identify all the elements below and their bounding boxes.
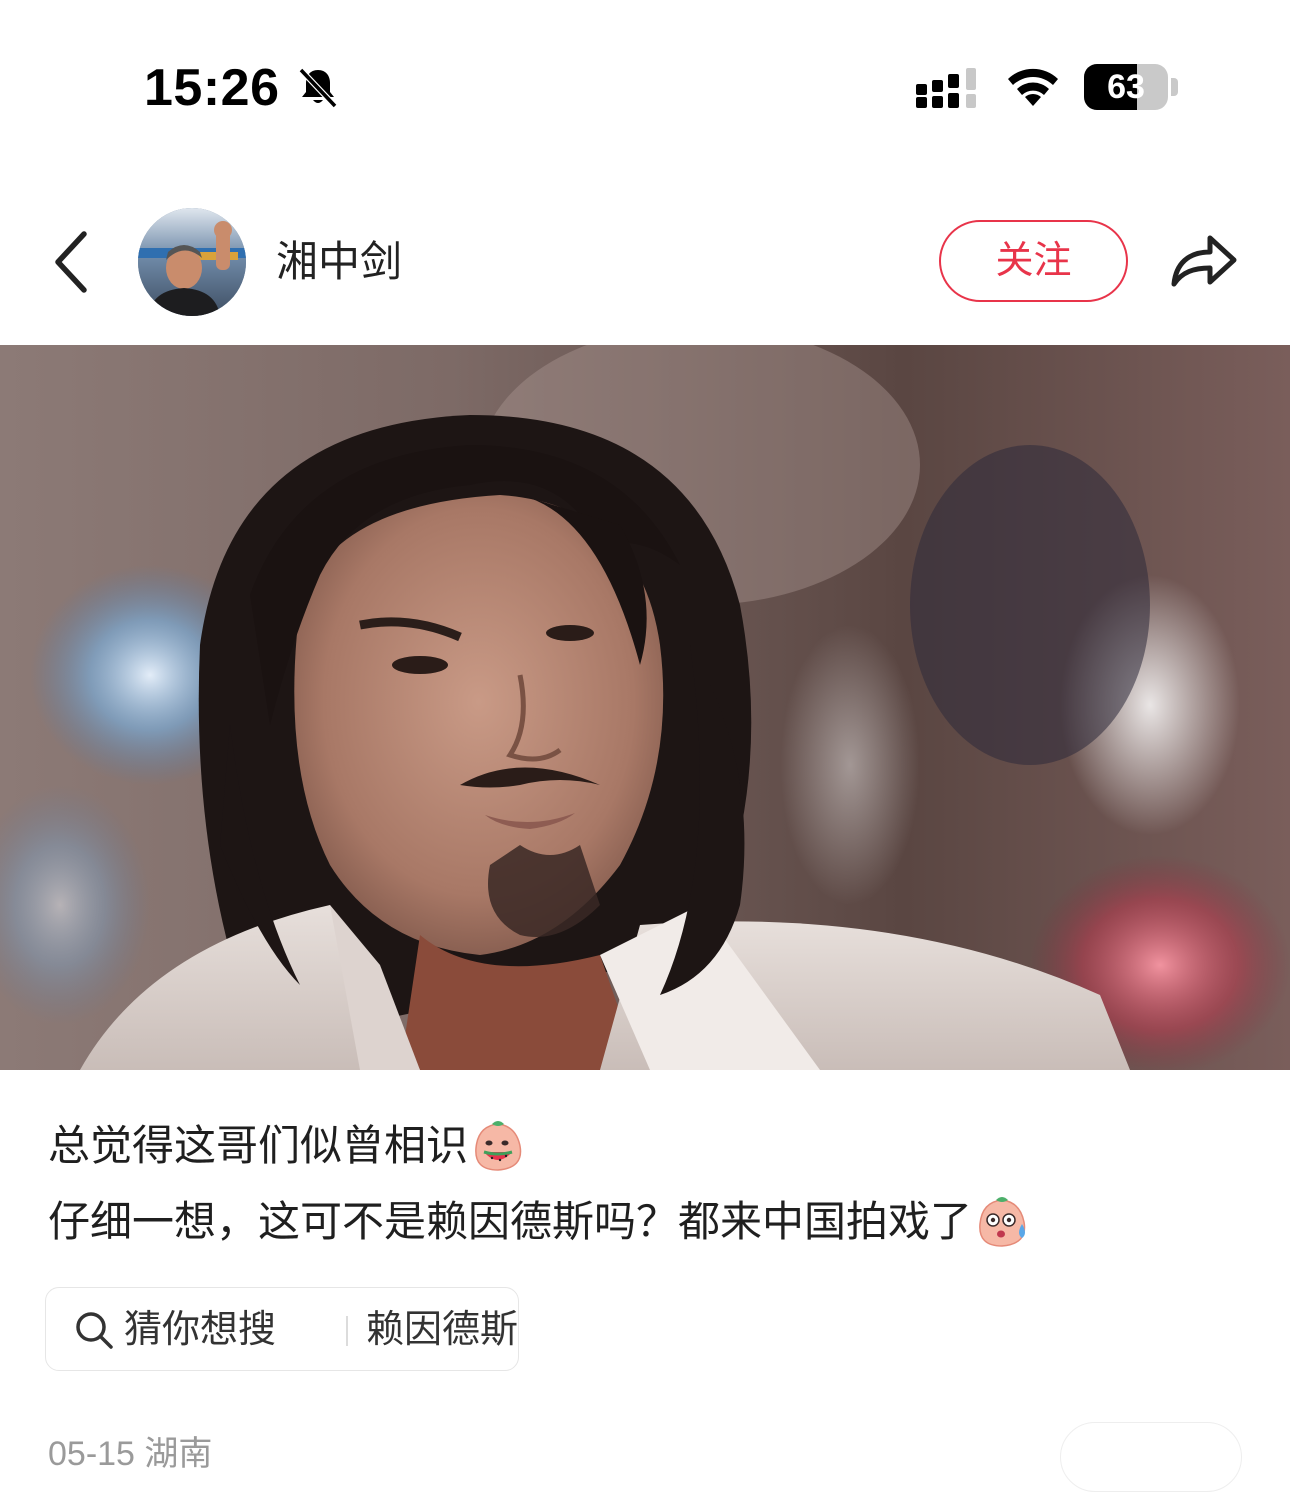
post-date-location: 05-15 湖南 [48,1435,213,1473]
post-header: 湘中剑 关注 [0,196,1290,328]
bell-muted-icon [298,67,338,109]
search-divider [346,1316,348,1346]
status-time: 15:26 [144,59,280,117]
avatar-photo [138,208,246,316]
caption-line-2: 仔细一想，这可不是赖因德斯吗？都来中国拍戏了 [48,1184,1248,1260]
avatar[interactable] [138,208,246,316]
status-bar: 15:26 63 [0,0,1290,150]
caption-text-1: 总觉得这哥们似曾相识 [48,1121,469,1170]
follow-button[interactable]: 关注 [939,220,1128,302]
search-icon [76,1312,113,1349]
sweating-surprised-emoji-icon [979,1197,1026,1247]
back-chevron-icon[interactable] [44,228,104,296]
cellular-signal-icon [916,68,976,108]
share-icon[interactable] [1166,224,1240,294]
post-caption: 总觉得这哥们似曾相识 仔细一想，这可不是赖因德斯吗？都来中国拍戏了 [48,1108,1248,1260]
battery-percentage: 63 [1107,68,1145,106]
search-suggestion-prefix: 猜你想搜 [124,1307,277,1351]
post-photo[interactable] [0,345,1290,1070]
username[interactable]: 湘中剑 [276,236,402,288]
caption-line-1: 总觉得这哥们似曾相识 [48,1108,1248,1184]
comment-input-pill[interactable] [1060,1422,1242,1492]
search-suggestion-chip[interactable]: 猜你想搜 赖因德斯 [45,1287,519,1371]
watermelon-eating-emoji-icon [475,1121,522,1171]
wifi-icon [1008,68,1058,106]
search-suggestion-term: 赖因德斯 [366,1307,519,1351]
post-image [0,345,1290,1070]
battery-icon: 63 [1084,64,1178,110]
caption-text-2: 仔细一想，这可不是赖因德斯吗？都来中国拍戏了 [48,1197,973,1246]
